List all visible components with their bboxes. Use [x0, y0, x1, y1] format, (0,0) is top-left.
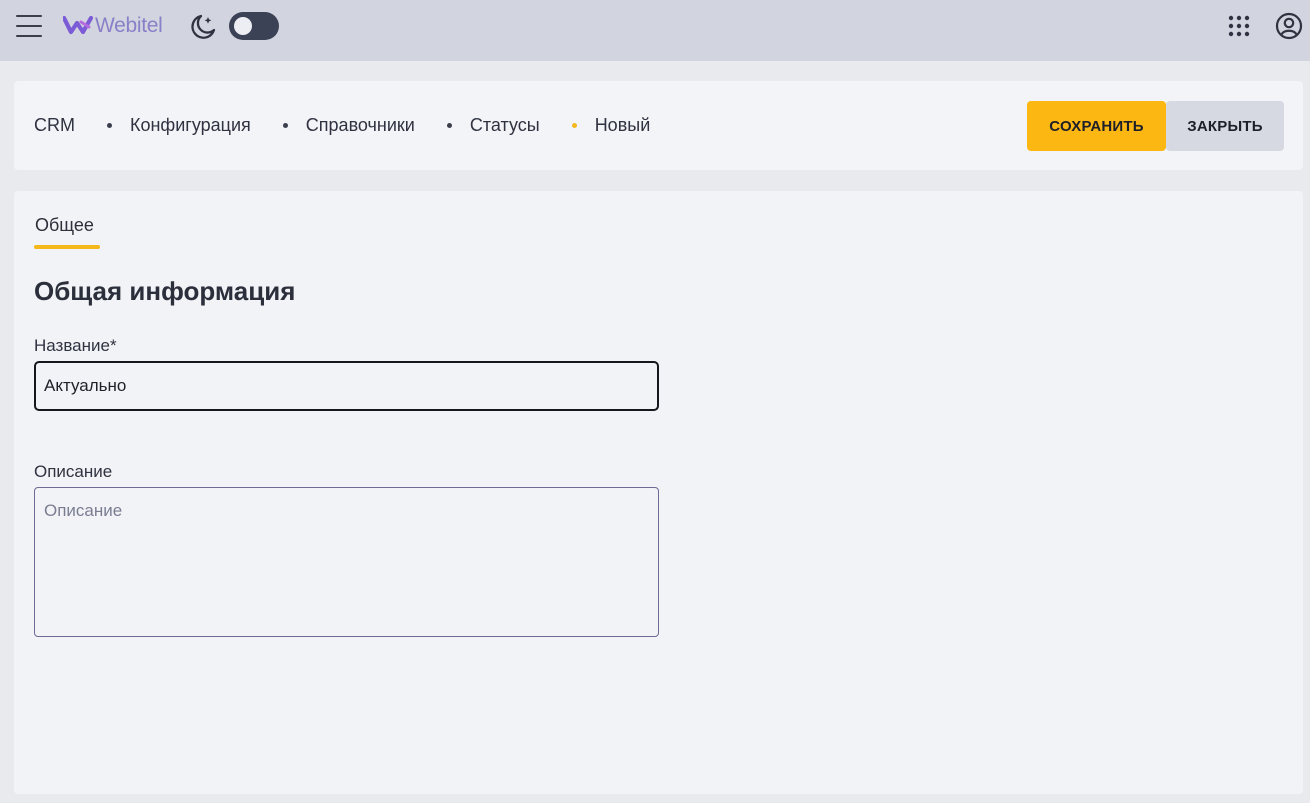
moon-stars-icon[interactable]: [190, 13, 217, 40]
breadcrumb-item-configuration[interactable]: Конфигурация: [130, 115, 251, 136]
breadcrumb-separator: [446, 123, 452, 128]
logo-text: Webitel: [95, 14, 163, 37]
top-app-bar: Webitel: [0, 0, 1310, 61]
page-header: CRM Конфигурация Справочники Статусы Нов…: [14, 81, 1303, 170]
breadcrumb-item-crm[interactable]: CRM: [34, 115, 75, 136]
description-field-label: Описание: [34, 462, 113, 481]
dark-mode-toggle[interactable]: [229, 12, 279, 40]
hamburger-menu-icon[interactable]: [16, 14, 42, 38]
save-button[interactable]: СОХРАНИТЬ: [1027, 101, 1166, 151]
breadcrumb-separator-active: [571, 123, 577, 128]
section-title: Общая информация: [34, 276, 296, 306]
active-tab-indicator: [34, 245, 100, 249]
content-panel: Общее Общая информация Название* Описани…: [14, 191, 1303, 794]
breadcrumb-separator: [282, 123, 288, 128]
breadcrumb-item-statuses[interactable]: Статусы: [470, 115, 540, 136]
breadcrumb-item-dictionaries[interactable]: Справочники: [306, 115, 415, 136]
name-input[interactable]: [34, 361, 659, 411]
description-textarea[interactable]: [34, 487, 659, 637]
tab-general[interactable]: Общее: [35, 215, 94, 236]
webitel-logo[interactable]: Webitel: [63, 12, 163, 40]
apps-grid-icon[interactable]: [1228, 15, 1250, 37]
toggle-knob: [234, 17, 252, 35]
name-field-label: Название*: [34, 336, 117, 355]
webitel-logo-icon: [63, 15, 93, 35]
breadcrumb: CRM Конфигурация Справочники Статусы Нов…: [34, 81, 650, 170]
close-button[interactable]: ЗАКРЫТЬ: [1166, 101, 1284, 151]
user-account-icon[interactable]: [1275, 12, 1303, 40]
breadcrumb-separator: [107, 123, 112, 128]
breadcrumb-item-current: Новый: [594, 115, 651, 135]
